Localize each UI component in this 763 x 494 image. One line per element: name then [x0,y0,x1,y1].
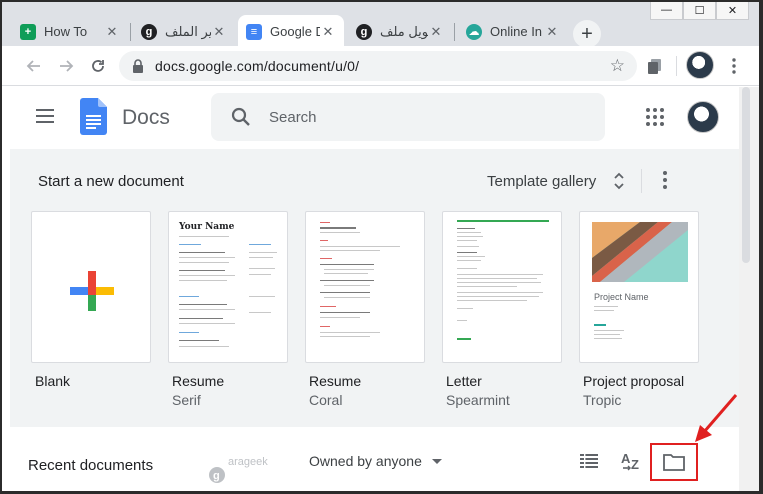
window-frame [0,0,763,494]
